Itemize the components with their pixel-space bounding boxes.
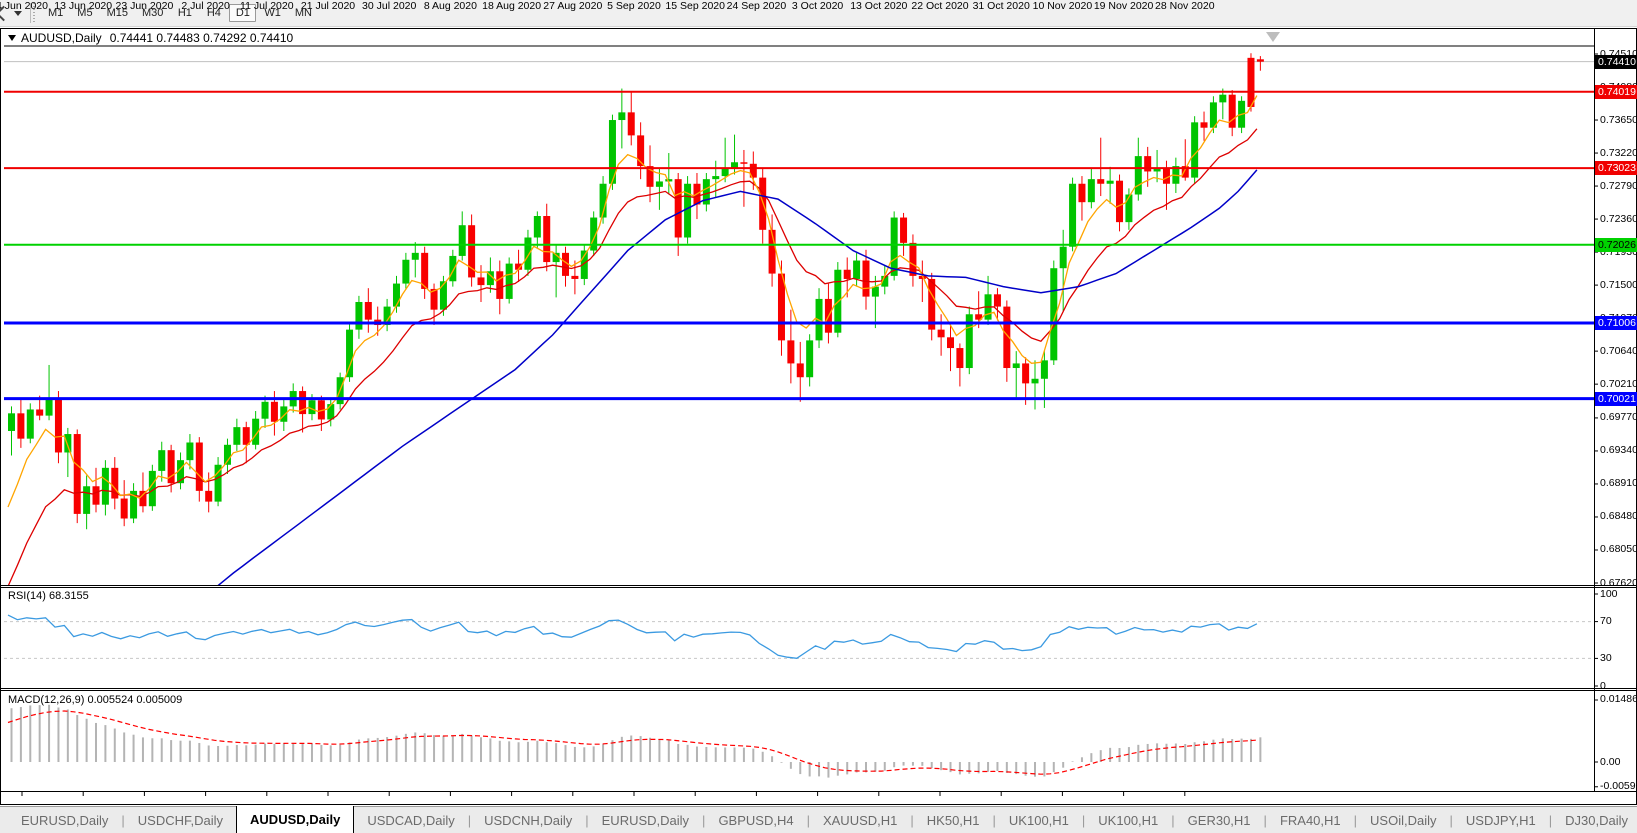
date-tick-label: 22 Oct 2020 bbox=[911, 0, 969, 12]
date-tick-label: 18 Aug 2020 bbox=[482, 0, 542, 12]
tab-uk100-h1[interactable]: UK100,H1 bbox=[996, 807, 1082, 833]
date-tick-label: 28 Nov 2020 bbox=[1155, 0, 1215, 12]
macd-tick-label: 0.014861 bbox=[1600, 693, 1637, 706]
chart-canvas[interactable] bbox=[0, 28, 1637, 805]
current-price-badge: 0.74410 bbox=[1595, 54, 1637, 69]
price-tick-label: 0.72360 bbox=[1600, 212, 1637, 225]
date-tick-label: 21 Jul 2020 bbox=[300, 0, 356, 12]
price-tick-label: 0.69770 bbox=[1600, 411, 1637, 424]
date-tick-label: 27 Aug 2020 bbox=[543, 0, 603, 12]
date-tick-label: 11 Jul 2020 bbox=[240, 0, 294, 12]
price-tick-label: 0.73650 bbox=[1600, 113, 1637, 126]
price-tick-label: 0.70210 bbox=[1600, 377, 1637, 390]
tab-eurusd-daily[interactable]: EURUSD,Daily bbox=[8, 807, 121, 833]
tabs: EURUSD,Daily | USDCHF,Daily AUDUSD,Daily USD… bbox=[8, 806, 1637, 833]
price-tick-label: 0.69340 bbox=[1600, 444, 1637, 457]
date-tick-label: 4 Jun 2020 bbox=[0, 0, 48, 12]
tab-usdjpy-h1[interactable]: USDJPY,H1 bbox=[1453, 807, 1549, 833]
date-tick-label: 23 Jun 2020 bbox=[115, 0, 174, 12]
date-tick-label: 24 Sep 2020 bbox=[726, 0, 787, 12]
tab-usdcad-daily[interactable]: USDCAD,Daily bbox=[354, 807, 467, 833]
price-tick-label: 0.68480 bbox=[1600, 510, 1637, 523]
rsi-indicator-label: RSI(14) 68.3155 bbox=[8, 590, 89, 602]
macd-tick-label: 0.00 bbox=[1600, 755, 1621, 768]
tab-fra40-h1[interactable]: FRA40,H1 bbox=[1267, 807, 1354, 833]
date-tick-label: 8 Aug 2020 bbox=[423, 0, 477, 12]
tab-dj30-daily[interactable]: DJ30,Daily bbox=[1552, 807, 1637, 833]
date-tick-label: 31 Oct 2020 bbox=[972, 0, 1030, 12]
price-tick-label: 0.72790 bbox=[1600, 179, 1637, 192]
date-tick-label: 13 Jun 2020 bbox=[54, 0, 113, 12]
hline-price-badge: 0.74019 bbox=[1595, 84, 1637, 99]
tab-hk50-h1[interactable]: HK50,H1 bbox=[914, 807, 993, 833]
date-tick-label: 30 Jul 2020 bbox=[362, 0, 417, 12]
collapse-triangle-icon[interactable] bbox=[8, 35, 16, 41]
hline-price-badge: 0.71006 bbox=[1595, 316, 1637, 331]
tab-usdcnh-daily[interactable]: USDCNH,Daily bbox=[471, 807, 585, 833]
chart-ohlc-values: 0.74441 0.74483 0.74292 0.74410 bbox=[109, 31, 294, 45]
hline-price-badge: 0.70021 bbox=[1595, 391, 1637, 406]
date-tick-label: 10 Nov 2020 bbox=[1032, 0, 1093, 12]
tab-eurusd-daily[interactable]: EURUSD,Daily bbox=[589, 807, 702, 833]
tab-audusd-daily[interactable]: AUDUSD,Daily bbox=[236, 806, 355, 833]
date-tick-label: 2 Jul 2020 bbox=[181, 0, 230, 12]
date-tick-label: 5 Sep 2020 bbox=[607, 0, 661, 12]
date-tick-label: 13 Oct 2020 bbox=[850, 0, 908, 12]
date-tick-label: 3 Oct 2020 bbox=[791, 0, 844, 12]
price-tick-label: 0.71500 bbox=[1600, 278, 1637, 291]
hline-price-badge: 0.72026 bbox=[1595, 237, 1637, 252]
date-tick-label: 15 Sep 2020 bbox=[665, 0, 725, 12]
tab-usoil-daily[interactable]: USOil,Daily bbox=[1357, 807, 1449, 833]
rsi-tick-label: 0 bbox=[1600, 679, 1606, 692]
mt4-window: M1 M5 M15 M30 H1 H4 D1 W1 MN AUDUSD,Daily 0.7444… bbox=[0, 0, 1637, 833]
tab-gbpusd-h4[interactable]: GBPUSD,H4 bbox=[705, 807, 806, 833]
tab-uk100-h1[interactable]: UK100,H1 bbox=[1085, 807, 1171, 833]
date-tick-label: 19 Nov 2020 bbox=[1093, 0, 1154, 12]
tab-xauusd-h1[interactable]: XAUUSD,H1 bbox=[810, 807, 910, 833]
price-tick-label: 0.68050 bbox=[1600, 543, 1637, 556]
tab-usdchf-daily[interactable]: USDCHF,Daily bbox=[125, 807, 236, 833]
macd-indicator-label: MACD(12,26,9) 0.005524 0.005009 bbox=[8, 694, 183, 706]
price-tick-label: 0.70640 bbox=[1600, 344, 1637, 357]
rsi-tick-label: 100 bbox=[1600, 587, 1618, 600]
price-tick-label: 0.73220 bbox=[1600, 146, 1637, 159]
chart-tab-bar: EURUSD,Daily | USDCHF,Daily AUDUSD,Daily USD… bbox=[0, 806, 1637, 833]
chart-symbol-label: AUDUSD,Daily bbox=[21, 31, 102, 45]
tab-ger30-h1[interactable]: GER30,H1 bbox=[1175, 807, 1264, 833]
price-tick-label: 0.68910 bbox=[1600, 477, 1637, 490]
hline-price-badge: 0.73023 bbox=[1595, 161, 1637, 176]
rsi-tick-label: 70 bbox=[1600, 615, 1612, 628]
rsi-tick-label: 30 bbox=[1600, 651, 1612, 664]
macd-tick-label: -0.005938 bbox=[1600, 780, 1637, 793]
chart-title: AUDUSD,Daily 0.74441 0.74483 0.74292 0.7… bbox=[8, 31, 293, 45]
